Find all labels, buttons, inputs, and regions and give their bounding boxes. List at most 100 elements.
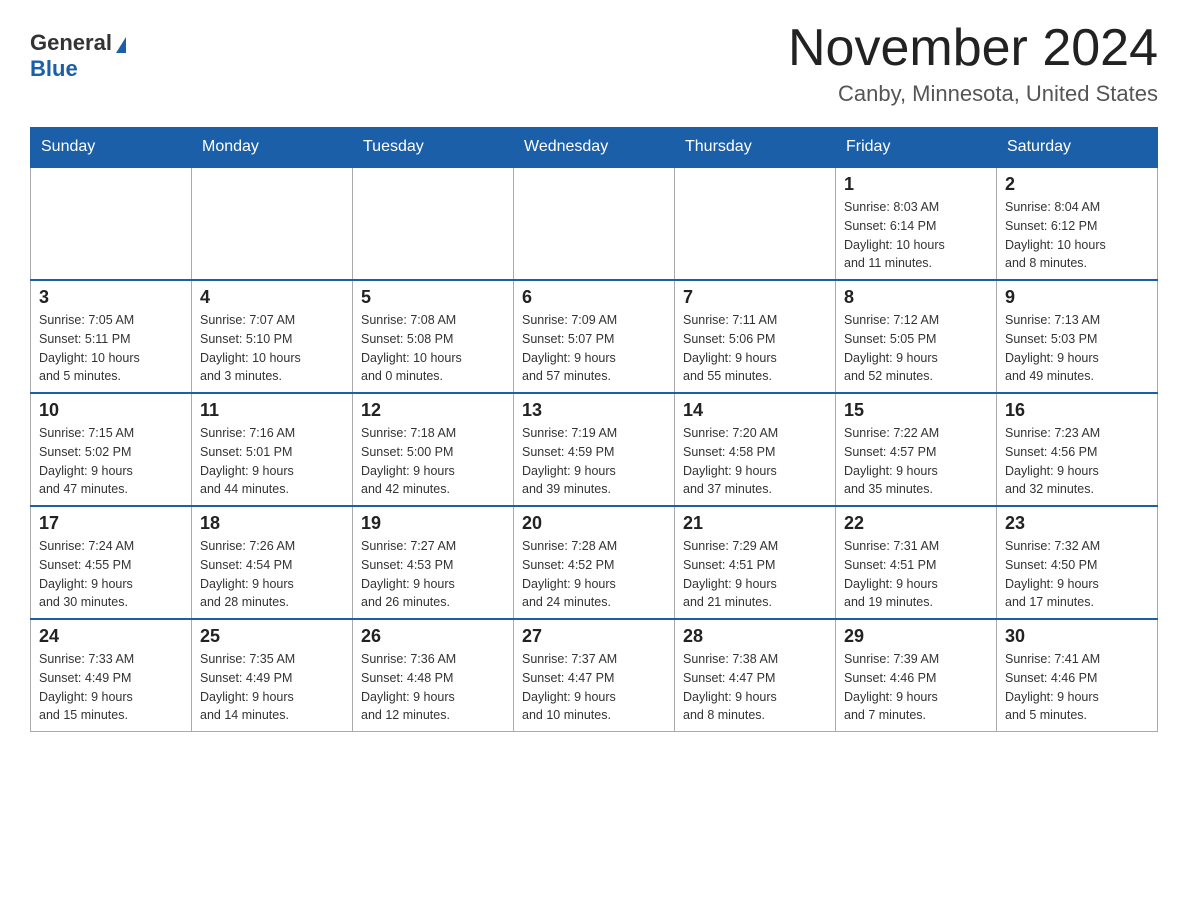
logo-blue-text: Blue [30,56,78,82]
day-number: 22 [844,513,988,534]
day-number: 6 [522,287,666,308]
month-title: November 2024 [788,20,1158,77]
day-number: 20 [522,513,666,534]
day-info: Sunrise: 7:35 AMSunset: 4:49 PMDaylight:… [200,650,344,725]
calendar-cell: 18Sunrise: 7:26 AMSunset: 4:54 PMDayligh… [192,506,353,619]
day-number: 21 [683,513,827,534]
calendar-cell: 10Sunrise: 7:15 AMSunset: 5:02 PMDayligh… [31,393,192,506]
day-info: Sunrise: 7:39 AMSunset: 4:46 PMDaylight:… [844,650,988,725]
calendar-cell: 4 Sunrise: 7:07 AMSunset: 5:10 PMDaylight… [192,280,353,393]
day-number: 27 [522,626,666,647]
day-info: Sunrise: 7:37 AMSunset: 4:47 PMDaylight:… [522,650,666,725]
day-info: Sunrise: 7:07 AMSunset: 5:10 PMDaylight:… [200,311,344,386]
calendar-week-row: 3 Sunrise: 7:05 AMSunset: 5:11 PMDaylight… [31,280,1158,393]
calendar-day-header: Thursday [675,128,836,168]
day-info: Sunrise: 7:41 AMSunset: 4:46 PMDaylight:… [1005,650,1149,725]
location-title: Canby, Minnesota, United States [788,81,1158,107]
calendar-day-header: Saturday [997,128,1158,168]
day-number: 1 [844,174,988,195]
calendar-cell: 14 Sunrise: 7:20 AMSunset: 4:58 PMDayligh… [675,393,836,506]
day-number: 11 [200,400,344,421]
calendar-cell: 7Sunrise: 7:11 AMSunset: 5:06 PMDaylight… [675,280,836,393]
day-info: Sunrise: 8:03 AMSunset: 6:14 PMDaylight:… [844,198,988,273]
calendar-cell: 11 Sunrise: 7:16 AMSunset: 5:01 PMDayligh… [192,393,353,506]
day-info: Sunrise: 7:24 AMSunset: 4:55 PMDaylight:… [39,537,183,612]
day-number: 29 [844,626,988,647]
title-section: November 2024 Canby, Minnesota, United S… [788,20,1158,107]
calendar-cell: 17 Sunrise: 7:24 AMSunset: 4:55 PMDayligh… [31,506,192,619]
day-info: Sunrise: 7:05 AMSunset: 5:11 PMDaylight:… [39,311,183,386]
day-number: 17 [39,513,183,534]
day-number: 19 [361,513,505,534]
day-number: 8 [844,287,988,308]
calendar-cell: 20 Sunrise: 7:28 AMSunset: 4:52 PMDayligh… [514,506,675,619]
logo-triangle-icon [116,37,126,53]
day-number: 25 [200,626,344,647]
day-number: 3 [39,287,183,308]
calendar-cell: 6 Sunrise: 7:09 AMSunset: 5:07 PMDaylight… [514,280,675,393]
day-info: Sunrise: 7:28 AMSunset: 4:52 PMDaylight:… [522,537,666,612]
day-info: Sunrise: 7:16 AMSunset: 5:01 PMDaylight:… [200,424,344,499]
calendar-cell: 13 Sunrise: 7:19 AMSunset: 4:59 PMDayligh… [514,393,675,506]
calendar-cell: 1 Sunrise: 8:03 AMSunset: 6:14 PMDaylight… [836,167,997,280]
day-info: Sunrise: 7:33 AMSunset: 4:49 PMDaylight:… [39,650,183,725]
day-number: 24 [39,626,183,647]
calendar-cell [514,167,675,280]
day-info: Sunrise: 7:12 AMSunset: 5:05 PMDaylight:… [844,311,988,386]
calendar-cell: 19Sunrise: 7:27 AMSunset: 4:53 PMDayligh… [353,506,514,619]
day-number: 5 [361,287,505,308]
calendar-cell [31,167,192,280]
calendar-day-header: Friday [836,128,997,168]
day-info: Sunrise: 7:09 AMSunset: 5:07 PMDaylight:… [522,311,666,386]
calendar-cell: 24 Sunrise: 7:33 AMSunset: 4:49 PMDayligh… [31,619,192,732]
day-number: 4 [200,287,344,308]
calendar-cell: 15Sunrise: 7:22 AMSunset: 4:57 PMDayligh… [836,393,997,506]
calendar-cell: 23Sunrise: 7:32 AMSunset: 4:50 PMDayligh… [997,506,1158,619]
day-info: Sunrise: 7:29 AMSunset: 4:51 PMDaylight:… [683,537,827,612]
day-number: 9 [1005,287,1149,308]
calendar-table: SundayMondayTuesdayWednesdayThursdayFrid… [30,127,1158,732]
day-info: Sunrise: 7:08 AMSunset: 5:08 PMDaylight:… [361,311,505,386]
day-number: 2 [1005,174,1149,195]
calendar-header-row: SundayMondayTuesdayWednesdayThursdayFrid… [31,128,1158,168]
calendar-cell: 5 Sunrise: 7:08 AMSunset: 5:08 PMDaylight… [353,280,514,393]
calendar-week-row: 10Sunrise: 7:15 AMSunset: 5:02 PMDayligh… [31,393,1158,506]
day-number: 12 [361,400,505,421]
day-number: 16 [1005,400,1149,421]
logo: General Blue [30,20,126,82]
calendar-day-header: Tuesday [353,128,514,168]
day-info: Sunrise: 7:32 AMSunset: 4:50 PMDaylight:… [1005,537,1149,612]
calendar-cell: 3 Sunrise: 7:05 AMSunset: 5:11 PMDaylight… [31,280,192,393]
calendar-cell: 27 Sunrise: 7:37 AMSunset: 4:47 PMDayligh… [514,619,675,732]
calendar-cell: 22Sunrise: 7:31 AMSunset: 4:51 PMDayligh… [836,506,997,619]
day-number: 10 [39,400,183,421]
calendar-cell: 21 Sunrise: 7:29 AMSunset: 4:51 PMDayligh… [675,506,836,619]
calendar-cell: 2Sunrise: 8:04 AMSunset: 6:12 PMDaylight… [997,167,1158,280]
day-number: 28 [683,626,827,647]
day-info: Sunrise: 7:18 AMSunset: 5:00 PMDaylight:… [361,424,505,499]
calendar-day-header: Sunday [31,128,192,168]
day-number: 30 [1005,626,1149,647]
calendar-cell [192,167,353,280]
day-number: 14 [683,400,827,421]
calendar-cell: 16 Sunrise: 7:23 AMSunset: 4:56 PMDayligh… [997,393,1158,506]
day-info: Sunrise: 7:23 AMSunset: 4:56 PMDaylight:… [1005,424,1149,499]
day-number: 26 [361,626,505,647]
logo-general-text: General [30,30,112,56]
calendar-cell: 30 Sunrise: 7:41 AMSunset: 4:46 PMDayligh… [997,619,1158,732]
day-number: 13 [522,400,666,421]
day-info: Sunrise: 7:20 AMSunset: 4:58 PMDaylight:… [683,424,827,499]
day-info: Sunrise: 7:13 AMSunset: 5:03 PMDaylight:… [1005,311,1149,386]
calendar-cell: 8 Sunrise: 7:12 AMSunset: 5:05 PMDaylight… [836,280,997,393]
calendar-week-row: 1 Sunrise: 8:03 AMSunset: 6:14 PMDaylight… [31,167,1158,280]
day-number: 15 [844,400,988,421]
calendar-day-header: Wednesday [514,128,675,168]
day-info: Sunrise: 7:36 AMSunset: 4:48 PMDaylight:… [361,650,505,725]
page-header: General Blue November 2024 Canby, Minnes… [30,20,1158,107]
day-number: 7 [683,287,827,308]
calendar-cell: 26 Sunrise: 7:36 AMSunset: 4:48 PMDayligh… [353,619,514,732]
calendar-day-header: Monday [192,128,353,168]
calendar-cell [353,167,514,280]
day-info: Sunrise: 7:19 AMSunset: 4:59 PMDaylight:… [522,424,666,499]
calendar-week-row: 24 Sunrise: 7:33 AMSunset: 4:49 PMDayligh… [31,619,1158,732]
